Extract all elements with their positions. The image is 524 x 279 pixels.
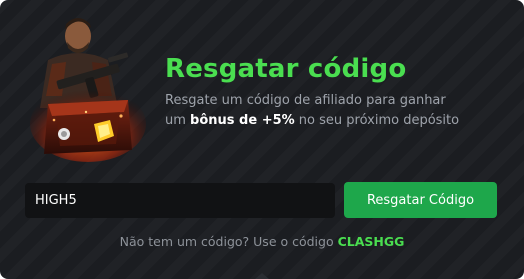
description-text-end: no seu próximo depósito xyxy=(294,113,460,128)
redeem-description: Resgate um código de afiliado para ganha… xyxy=(165,91,465,131)
code-hint: Não tem um código? Use o código CLASHGG xyxy=(0,234,524,249)
page-title: Resgatar código xyxy=(165,54,407,84)
redeem-code-button[interactable]: Resgatar Código xyxy=(344,182,497,218)
bonus-highlight: bônus de +5% xyxy=(190,113,295,128)
bottom-notch xyxy=(255,273,269,279)
character-with-case-icon xyxy=(30,18,146,162)
code-hint-text: Não tem um código? Use o código xyxy=(119,234,338,249)
suggested-code[interactable]: CLASHGG xyxy=(338,234,405,249)
redeem-code-panel: Resgatar código Resgate um código de afi… xyxy=(0,0,524,279)
affiliate-code-input[interactable] xyxy=(25,183,335,218)
